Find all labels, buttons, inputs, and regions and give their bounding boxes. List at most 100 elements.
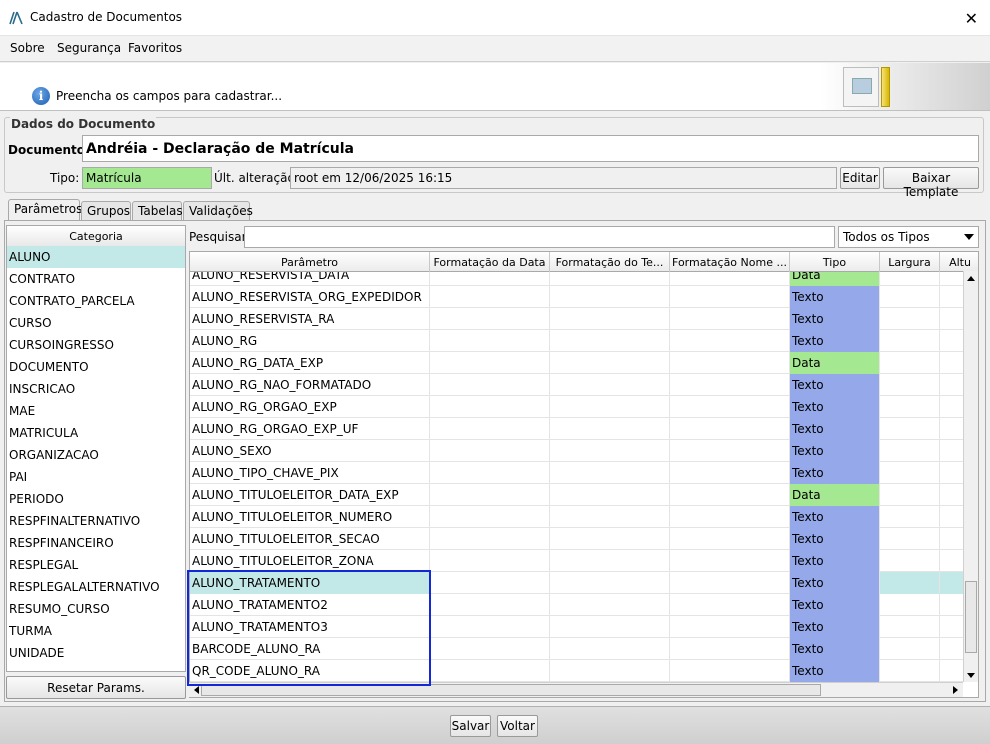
table-cell[interactable] xyxy=(550,330,670,352)
horizontal-scrollbar[interactable] xyxy=(189,682,963,697)
tipo-cell[interactable]: Texto xyxy=(790,528,880,550)
table-cell[interactable] xyxy=(940,528,965,550)
list-item[interactable]: ALUNO xyxy=(7,246,185,268)
table-cell[interactable] xyxy=(670,418,790,440)
table-cell[interactable] xyxy=(940,572,965,594)
table-row[interactable]: ALUNO_TITULOELEITOR_NUMERO Texto xyxy=(190,506,965,528)
table-cell[interactable] xyxy=(550,286,670,308)
table-row[interactable]: BARCODE_ALUNO_RA Texto xyxy=(190,638,965,660)
tab-parametros[interactable]: Parâmetros xyxy=(8,199,82,221)
table-cell[interactable] xyxy=(550,440,670,462)
vertical-scroll-thumb[interactable] xyxy=(965,581,977,653)
table-cell[interactable] xyxy=(940,396,965,418)
column-header-parametro[interactable]: Parâmetro xyxy=(190,252,430,272)
list-item[interactable]: RESPLEGAL xyxy=(7,554,185,576)
table-cell[interactable] xyxy=(670,352,790,374)
column-header-formatacao-texto[interactable]: Formatação do Te... xyxy=(550,252,670,272)
table-cell[interactable] xyxy=(940,484,965,506)
list-item[interactable]: CURSO xyxy=(7,312,185,334)
table-cell[interactable] xyxy=(940,308,965,330)
parametro-cell[interactable]: ALUNO_TITULOELEITOR_ZONA xyxy=(190,550,430,572)
table-cell[interactable] xyxy=(880,440,940,462)
parametro-cell[interactable]: ALUNO_RESERVISTA_DATA xyxy=(190,272,430,286)
column-header-largura[interactable]: Largura xyxy=(880,252,940,272)
menu-favoritos[interactable]: Favoritos xyxy=(128,41,182,55)
table-row[interactable]: ALUNO_TRATAMENTO Texto xyxy=(190,572,965,594)
tipo-cell[interactable]: Texto xyxy=(790,616,880,638)
table-cell[interactable] xyxy=(880,594,940,616)
scroll-left-icon[interactable] xyxy=(194,686,199,694)
tipo-cell[interactable]: Data xyxy=(790,484,880,506)
parametro-cell[interactable]: ALUNO_TITULOELEITOR_SECAO xyxy=(190,528,430,550)
search-input[interactable] xyxy=(244,226,835,248)
table-cell[interactable] xyxy=(550,572,670,594)
table-cell[interactable] xyxy=(670,660,790,682)
table-row[interactable]: ALUNO_RG_ORGAO_EXP Texto xyxy=(190,396,965,418)
tipo-cell[interactable]: Texto xyxy=(790,506,880,528)
list-item[interactable]: CURSOINGRESSO xyxy=(7,334,185,356)
table-cell[interactable] xyxy=(670,484,790,506)
table-cell[interactable] xyxy=(670,594,790,616)
table-cell[interactable] xyxy=(880,308,940,330)
list-item[interactable]: INSCRICAO xyxy=(7,378,185,400)
parametro-cell[interactable]: ALUNO_RG_ORGAO_EXP_UF xyxy=(190,418,430,440)
table-cell[interactable] xyxy=(940,286,965,308)
table-cell[interactable] xyxy=(670,528,790,550)
table-cell[interactable] xyxy=(670,286,790,308)
table-cell[interactable] xyxy=(430,374,550,396)
table-cell[interactable] xyxy=(550,506,670,528)
table-cell[interactable] xyxy=(550,638,670,660)
list-item[interactable]: CONTRATO xyxy=(7,268,185,290)
parametro-cell[interactable]: QR_CODE_ALUNO_RA xyxy=(190,660,430,682)
list-item[interactable]: CONTRATO_PARCELA xyxy=(7,290,185,312)
table-cell[interactable] xyxy=(940,440,965,462)
parametro-cell[interactable]: ALUNO_RG_DATA_EXP xyxy=(190,352,430,374)
table-cell[interactable] xyxy=(430,616,550,638)
tipo-cell[interactable]: Texto xyxy=(790,550,880,572)
table-cell[interactable] xyxy=(430,638,550,660)
tipo-cell[interactable]: Data xyxy=(790,352,880,374)
table-cell[interactable] xyxy=(430,572,550,594)
table-row[interactable]: ALUNO_RG Texto xyxy=(190,330,965,352)
table-row[interactable]: ALUNO_RESERVISTA_ORG_EXPEDIDOR Texto xyxy=(190,286,965,308)
table-cell[interactable] xyxy=(550,418,670,440)
table-cell[interactable] xyxy=(880,638,940,660)
tipo-cell[interactable]: Texto xyxy=(790,374,880,396)
tipo-cell[interactable]: Texto xyxy=(790,396,880,418)
parametro-cell[interactable]: ALUNO_TITULOELEITOR_DATA_EXP xyxy=(190,484,430,506)
table-cell[interactable] xyxy=(880,616,940,638)
table-cell[interactable] xyxy=(880,550,940,572)
column-header-formatacao-data[interactable]: Formatação da Data xyxy=(430,252,550,272)
table-cell[interactable] xyxy=(430,506,550,528)
table-row[interactable]: ALUNO_TRATAMENTO3 Texto xyxy=(190,616,965,638)
table-cell[interactable] xyxy=(430,594,550,616)
table-cell[interactable] xyxy=(940,462,965,484)
tipo-cell[interactable]: Texto xyxy=(790,418,880,440)
table-cell[interactable] xyxy=(880,572,940,594)
table-cell[interactable] xyxy=(940,330,965,352)
tipo-cell[interactable]: Texto xyxy=(790,308,880,330)
table-cell[interactable] xyxy=(670,396,790,418)
tab-validacoes[interactable]: Validações xyxy=(183,201,253,221)
vertical-scrollbar[interactable] xyxy=(963,271,978,682)
parametro-cell[interactable]: ALUNO_RESERVISTA_ORG_EXPEDIDOR xyxy=(190,286,430,308)
table-row[interactable]: ALUNO_SEXO Texto xyxy=(190,440,965,462)
documento-field[interactable]: Andréia - Declaração de Matrícula xyxy=(82,135,979,162)
column-header-tipo[interactable]: Tipo xyxy=(790,252,880,272)
table-cell[interactable] xyxy=(880,374,940,396)
table-cell[interactable] xyxy=(430,396,550,418)
table-cell[interactable] xyxy=(880,660,940,682)
table-cell[interactable] xyxy=(430,272,550,286)
parametro-cell[interactable]: BARCODE_ALUNO_RA xyxy=(190,638,430,660)
table-row[interactable]: ALUNO_RG_DATA_EXP Data xyxy=(190,352,965,374)
table-row[interactable]: ALUNO_TITULOELEITOR_DATA_EXP Data xyxy=(190,484,965,506)
tipo-cell[interactable]: Texto xyxy=(790,572,880,594)
table-cell[interactable] xyxy=(880,418,940,440)
tipo-cell[interactable]: Data xyxy=(790,272,880,286)
tipo-cell[interactable]: Texto xyxy=(790,440,880,462)
table-cell[interactable] xyxy=(670,550,790,572)
baixar-template-button[interactable]: Baixar Template xyxy=(883,167,979,199)
table-cell[interactable] xyxy=(550,594,670,616)
table-cell[interactable] xyxy=(550,308,670,330)
table-cell[interactable] xyxy=(940,616,965,638)
